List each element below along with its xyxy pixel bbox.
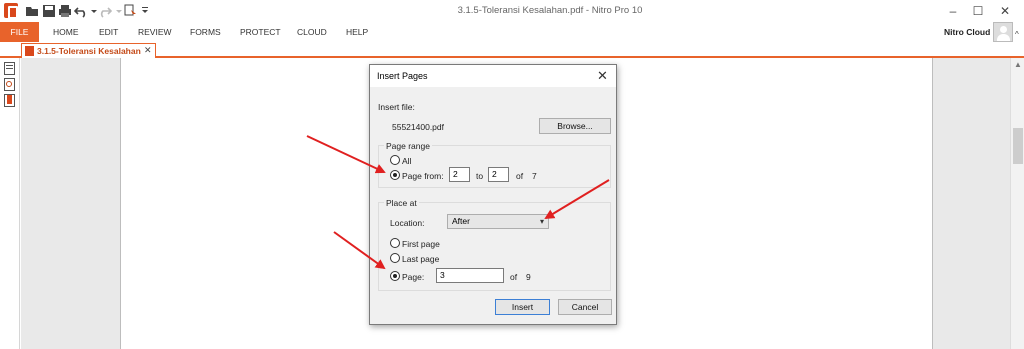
- location-label: Location:: [390, 218, 425, 228]
- source-page-total: 7: [532, 171, 537, 181]
- to-label: to: [476, 171, 484, 181]
- left-panel-rail: [0, 58, 20, 349]
- redo-dropdown-icon[interactable]: [112, 4, 122, 18]
- tab-cloud[interactable]: CLOUD: [297, 22, 327, 42]
- dialog-title: Insert Pages: [377, 71, 428, 81]
- location-select[interactable]: After ▾: [447, 214, 549, 229]
- close-tab-icon[interactable]: ✕: [144, 45, 152, 56]
- maximize-button[interactable]: ☐: [969, 2, 987, 20]
- undo-dropdown-icon[interactable]: [87, 4, 97, 18]
- cancel-button[interactable]: Cancel: [558, 299, 612, 315]
- target-page-total: 9: [526, 272, 531, 282]
- file-tab[interactable]: FILE: [0, 22, 39, 42]
- document-tab-label: 3.1.5-Toleransi Kesalahan: [37, 46, 141, 56]
- nitro-logo-icon[interactable]: [4, 3, 18, 19]
- open-folder-icon[interactable]: [25, 4, 39, 18]
- customize-toolbar-icon[interactable]: [138, 4, 148, 18]
- tab-help[interactable]: HELP: [346, 22, 368, 42]
- page-position-input[interactable]: 3: [436, 268, 504, 283]
- first-page-radio[interactable]: [390, 238, 400, 248]
- minimize-button[interactable]: –: [944, 2, 962, 20]
- tab-forms[interactable]: FORMS: [190, 22, 221, 42]
- insert-file-label: Insert file:: [378, 102, 415, 112]
- page-from-radio[interactable]: [390, 170, 400, 180]
- avatar[interactable]: [993, 22, 1013, 42]
- all-pages-label: All: [402, 156, 412, 166]
- chevron-down-icon: ▾: [539, 217, 544, 226]
- page-range-heading: Page range: [384, 141, 432, 151]
- pages-panel-icon[interactable]: [4, 62, 15, 75]
- dialog-title-bar: Insert Pages ✕: [370, 65, 616, 87]
- page-position-of-label: of: [510, 272, 518, 282]
- window-title: 3.1.5-Toleransi Kesalahan.pdf - Nitro Pr…: [457, 5, 643, 16]
- browse-button[interactable]: Browse...: [539, 118, 611, 134]
- last-page-label: Last page: [402, 254, 440, 264]
- dialog-close-icon[interactable]: ✕: [597, 68, 608, 84]
- page-position-label: Page:: [402, 272, 425, 282]
- page-from-input[interactable]: 2: [449, 167, 470, 182]
- close-window-button[interactable]: ✕: [996, 2, 1014, 20]
- last-page-radio[interactable]: [390, 253, 400, 263]
- title-bar: 3.1.5-Toleransi Kesalahan.pdf - Nitro Pr…: [0, 0, 1024, 22]
- of-label: of: [516, 171, 524, 181]
- location-value: After: [452, 216, 470, 226]
- tab-edit[interactable]: EDIT: [99, 22, 118, 42]
- document-tab[interactable]: 3.1.5-Toleransi Kesalahan ✕: [21, 43, 156, 58]
- first-page-label: First page: [402, 239, 440, 249]
- scroll-up-icon[interactable]: ▲: [1014, 60, 1022, 69]
- page-to-input[interactable]: 2: [488, 167, 509, 182]
- vertical-scrollbar[interactable]: ▲: [1010, 58, 1024, 349]
- search-panel-icon[interactable]: [4, 78, 15, 91]
- redo-icon[interactable]: [98, 4, 112, 18]
- tab-review[interactable]: REVIEW: [138, 22, 172, 42]
- bookmarks-panel-icon[interactable]: [4, 94, 15, 107]
- tab-home[interactable]: HOME: [53, 22, 79, 42]
- document-tab-strip: 3.1.5-Toleransi Kesalahan ✕: [0, 42, 1024, 58]
- print-icon[interactable]: [58, 4, 72, 18]
- all-pages-radio[interactable]: [390, 155, 400, 165]
- nitro-cloud-account[interactable]: Nitro Cloud: [944, 27, 990, 37]
- insert-pages-dialog: Insert Pages ✕ Insert file: 55521400.pdf…: [369, 64, 617, 325]
- tab-protect[interactable]: PROTECT: [240, 22, 281, 42]
- scroll-thumb[interactable]: [1013, 128, 1023, 164]
- collapse-ribbon-icon[interactable]: ^: [1015, 30, 1023, 39]
- page-from-label: Page from:: [402, 171, 444, 181]
- save-icon[interactable]: [42, 4, 56, 18]
- place-at-heading: Place at: [384, 198, 419, 208]
- page-position-radio[interactable]: [390, 271, 400, 281]
- insert-file-name: 55521400.pdf: [392, 122, 444, 132]
- undo-icon[interactable]: [74, 4, 88, 18]
- select-tool-icon[interactable]: [124, 4, 138, 18]
- pdf-file-icon: [25, 46, 34, 56]
- ribbon-tabs: FILE HOME EDIT REVIEW FORMS PROTECT CLOU…: [0, 22, 1024, 42]
- insert-button[interactable]: Insert: [495, 299, 550, 315]
